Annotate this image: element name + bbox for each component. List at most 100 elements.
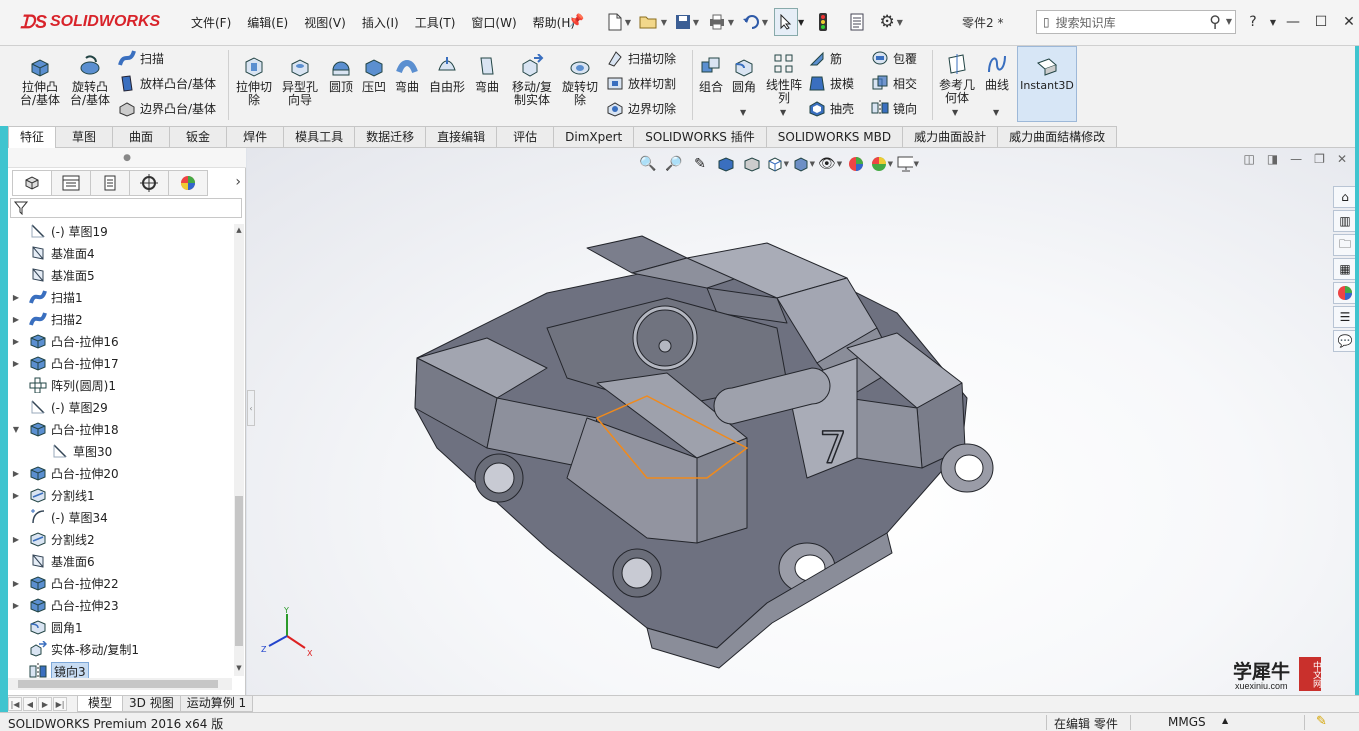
last-tab-nav-icon[interactable]: ▶| — [53, 697, 67, 711]
expand-arrow-icon[interactable]: ▶ — [10, 469, 22, 478]
quick-tips-icon[interactable]: ✎ — [1316, 714, 1327, 729]
tree-item[interactable]: ▶ 凸台-拉伸20 — [8, 462, 232, 484]
first-tab-nav-icon[interactable]: |◀ — [8, 697, 22, 711]
search-icon[interactable]: ⚲ — [1209, 12, 1221, 31]
reference-geometry-button[interactable]: 参考几 何体 — [937, 52, 977, 105]
tree-item[interactable]: ▶ 凸台-拉伸17 — [8, 352, 232, 374]
tree-item[interactable]: ▶ 凸台-拉伸23 — [8, 594, 232, 616]
menu-window[interactable]: 窗口(W) — [463, 14, 524, 32]
expand-arrow-icon[interactable]: ▶ — [10, 535, 22, 544]
maximize-button[interactable]: ☐ — [1308, 10, 1334, 34]
revolve-boss-button[interactable]: 旋转凸 台/基体 — [68, 54, 112, 107]
expand-arrow-icon[interactable]: ▶ — [10, 337, 22, 346]
flex-button[interactable]: 弯曲 — [391, 54, 423, 94]
design-library-tab[interactable]: ▥ — [1333, 210, 1357, 232]
tree-item[interactable]: ▶ 凸台-拉伸16 — [8, 330, 232, 352]
expand-arrow-icon[interactable]: ▶ — [10, 359, 22, 368]
pin-menu-icon[interactable]: 📌 — [568, 14, 584, 29]
next-tab-nav-icon[interactable]: ▶ — [38, 697, 52, 711]
tab-data-migration[interactable]: 数据迁移 — [354, 126, 427, 147]
tab-dimxpert[interactable]: DimXpert — [553, 126, 635, 147]
curves-dropdown-icon[interactable]: ▼ — [993, 108, 999, 117]
close-button[interactable]: ✕ — [1336, 10, 1359, 34]
3d-model-view[interactable]: 7 — [247, 148, 1359, 695]
tree-item[interactable]: 基准面6 — [8, 550, 232, 572]
linear-pattern-button[interactable]: 线性阵 列 — [764, 52, 804, 105]
tab-surfaces[interactable]: 曲面 — [112, 126, 171, 147]
tree-item[interactable]: ▶ 凸台-拉伸22 — [8, 572, 232, 594]
tree-item[interactable]: 圆角1 — [8, 616, 232, 638]
mirror-button[interactable]: 镜向 — [871, 98, 917, 118]
fillet-dropdown-icon[interactable]: ▼ — [740, 108, 746, 117]
indent-button[interactable]: 压凹 — [358, 54, 390, 94]
wrap-button[interactable]: 包覆 — [871, 48, 917, 68]
undo-button[interactable]: ▼ — [740, 8, 770, 36]
tab-power-surfacing[interactable]: 威力曲面設計 — [902, 126, 999, 147]
boundary-boss-button[interactable]: 边界凸台/基体 — [118, 98, 216, 118]
loft-boss-button[interactable]: 放样凸台/基体 — [118, 73, 216, 93]
custom-properties-tab[interactable]: ☰ — [1333, 306, 1357, 328]
combine-button[interactable]: 组合 — [697, 54, 725, 94]
property-manager-tab[interactable] — [51, 170, 91, 196]
tab-sketch[interactable]: 草图 — [55, 126, 114, 147]
tree-item[interactable]: 草图30 — [8, 440, 232, 462]
fillet-button[interactable]: 圆角 — [730, 54, 758, 94]
search-dropdown-icon[interactable]: ▼ — [1226, 17, 1232, 26]
tree-item[interactable]: (-) 草图29 — [8, 396, 232, 418]
configuration-manager-tab[interactable] — [90, 170, 130, 196]
minimize-button[interactable]: — — [1280, 10, 1306, 34]
display-manager-tab[interactable] — [168, 170, 208, 196]
scroll-thumb[interactable] — [235, 496, 243, 646]
expand-arrow-icon[interactable]: ▶ — [10, 491, 22, 500]
tree-vertical-scrollbar[interactable]: ▲ ▼ — [234, 224, 244, 676]
tree-item[interactable]: 实体-移动/复制1 — [8, 638, 232, 660]
tab-power-surfacing-re[interactable]: 威力曲面結構修改 — [997, 126, 1118, 147]
sweep-button[interactable]: 扫描 — [118, 48, 164, 68]
freeform-button[interactable]: 自由形 — [427, 54, 467, 94]
curves-button[interactable]: 曲线 — [982, 52, 1012, 92]
revolve-cut-button[interactable]: 旋转切 除 — [559, 54, 601, 107]
extrude-boss-button[interactable]: 拉伸凸 台/基体 — [18, 54, 62, 107]
select-button[interactable] — [774, 8, 798, 36]
forum-tab[interactable]: 💬 — [1333, 330, 1357, 352]
select-dropdown-icon[interactable]: ▼ — [798, 18, 804, 27]
instant3d-button[interactable]: Instant3D — [1017, 46, 1077, 122]
tree-item[interactable]: (-) 草图19 — [8, 220, 232, 242]
deform-button[interactable]: 弯曲 — [471, 54, 503, 94]
rib-button[interactable]: 筋 — [808, 48, 842, 68]
unit-system[interactable]: MMGS — [1168, 715, 1206, 729]
tree-horizontal-scrollbar[interactable] — [8, 678, 232, 690]
expand-arrow-icon[interactable]: ▶ — [10, 579, 22, 588]
scroll-down-icon[interactable]: ▼ — [234, 664, 244, 672]
horizontal-scroll-thumb[interactable] — [18, 680, 218, 688]
tab-mold-tools[interactable]: 模具工具 — [283, 126, 356, 147]
pattern-dropdown-icon[interactable]: ▼ — [780, 108, 786, 117]
search-input[interactable]: 搜索知识库 — [1056, 14, 1116, 31]
tree-item[interactable]: 阵列(圆周)1 — [8, 374, 232, 396]
swept-cut-button[interactable]: 扫描切除 — [606, 48, 676, 68]
tab-features[interactable]: 特征 — [8, 126, 57, 148]
open-button[interactable]: ▼ — [638, 8, 668, 36]
chevron-right-icon[interactable]: › — [235, 174, 241, 190]
scroll-up-icon[interactable]: ▲ — [234, 226, 244, 234]
shell-button[interactable]: 抽壳 — [808, 98, 854, 118]
options-button[interactable]: ⚙ ▼ — [876, 8, 906, 36]
feature-manager-tab[interactable] — [12, 170, 52, 196]
tab-evaluate[interactable]: 评估 — [496, 126, 555, 147]
rebuild-button[interactable] — [808, 8, 838, 36]
menu-tools[interactable]: 工具(T) — [407, 14, 464, 32]
expand-arrow-icon[interactable]: ▶ — [10, 293, 22, 302]
save-button[interactable]: ▼ — [672, 8, 702, 36]
help-dropdown-icon[interactable]: ▼ — [1268, 10, 1278, 34]
panel-drag-handle[interactable]: ● — [8, 148, 246, 168]
tree-item[interactable]: ▶ 分割线2 — [8, 528, 232, 550]
menu-insert[interactable]: 插入(I) — [354, 14, 407, 32]
view-palette-tab[interactable]: ▦ — [1333, 258, 1357, 280]
collapse-arrow-icon[interactable]: ▼ — [10, 425, 22, 434]
graphics-area[interactable]: ‹ ◫ ◨ — ❐ ✕ 🔍 🔎 ✎ ▼ ▼ 👁 ▼ ▼ ▼ 7 ⌂ ▥ 🗀 ▦ … — [247, 148, 1359, 695]
search-knowledge-base[interactable]: ▯ 搜索知识库 ⚲ ▼ — [1036, 10, 1236, 34]
print-button[interactable]: ▼ — [706, 8, 736, 36]
lofted-cut-button[interactable]: 放样切割 — [606, 73, 676, 93]
move-copy-body-button[interactable]: 移动/复 制实体 — [508, 54, 556, 107]
boundary-cut-button[interactable]: 边界切除 — [606, 98, 676, 118]
